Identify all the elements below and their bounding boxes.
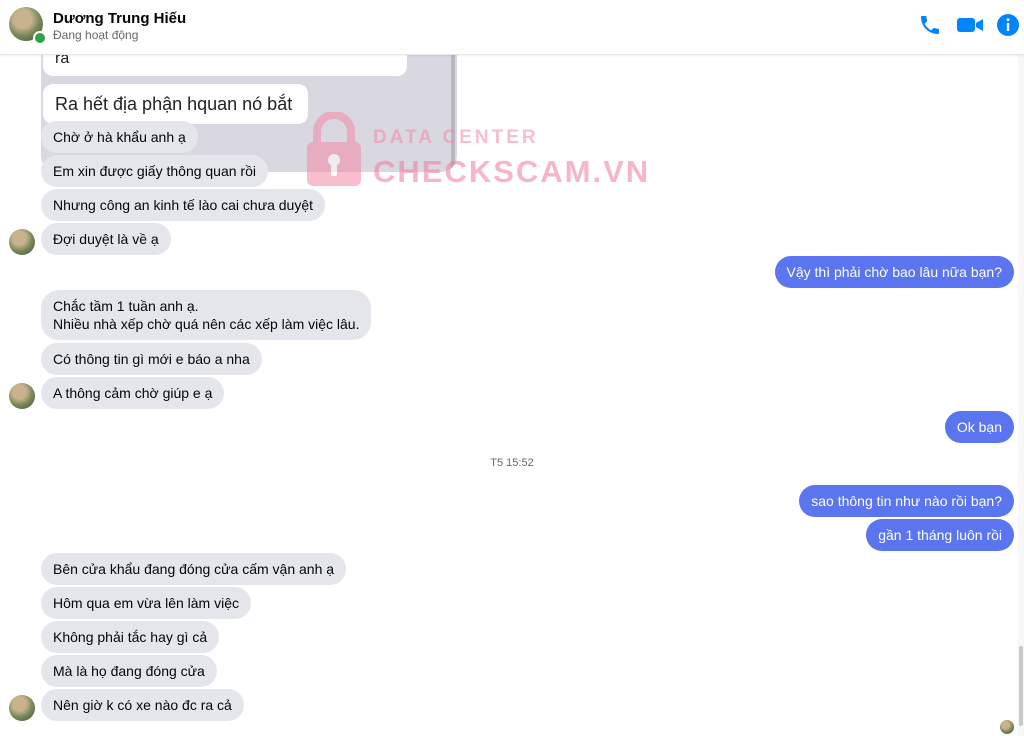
message-timestamp: T5 15:52 [490, 457, 534, 469]
message-list: ra Ra hết địa phận hquan nó bắt Chờ ở hà… [0, 54, 1024, 736]
online-status-dot [33, 31, 47, 45]
sender-avatar[interactable] [9, 695, 35, 721]
screenshot-scroll-rail [451, 54, 455, 172]
message-bubble-incoming[interactable]: Em xin được giấy thông quan rồi [41, 155, 268, 187]
message-bubble-incoming[interactable]: Chắc tầm 1 tuần anh ạ. Nhiều nhà xếp chờ… [41, 290, 372, 340]
message-bubble-incoming[interactable]: Mà là họ đang đóng cửa [41, 655, 217, 687]
message-bubble-incoming[interactable]: Chờ ở hà khẩu anh ạ [41, 121, 198, 153]
sender-avatar[interactable] [9, 229, 35, 255]
message-bubble-incoming[interactable]: Đợi duyệt là về ạ [41, 223, 171, 255]
message-bubble-incoming[interactable]: A thông cảm chờ giúp e ạ [41, 377, 225, 409]
sender-avatar[interactable] [9, 383, 35, 409]
scrollbar-thumb[interactable] [1019, 646, 1023, 726]
message-bubble-outgoing[interactable]: gần 1 tháng luôn rồi [866, 519, 1014, 551]
message-bubble-incoming[interactable]: Có thông tin gì mới e báo a nha [41, 343, 262, 375]
message-bubble-incoming[interactable]: Nhưng công an kinh tế lào cai chưa duyệt [41, 189, 326, 221]
conversation-header: Dương Trung Hiếu Đang hoạt động [0, 0, 1024, 55]
message-bubble-incoming[interactable]: Hôm qua em vừa lên làm việc [41, 587, 251, 619]
info-icon[interactable] [996, 13, 1020, 37]
seen-indicator-avatar [1000, 720, 1014, 734]
contact-status: Đang hoạt động [53, 28, 139, 42]
message-bubble-outgoing[interactable]: Ok bạn [944, 411, 1014, 443]
message-bubble-incoming[interactable]: Bên cửa khẩu đang đóng cửa cấm vận anh ạ [41, 553, 347, 585]
message-bubble-incoming[interactable]: Nên giờ k có xe nào đc ra cả [41, 689, 244, 721]
message-bubble-outgoing[interactable]: sao thông tin như nào rồi bạn? [799, 485, 1014, 517]
message-bubble-incoming[interactable]: Không phải tắc hay gì cả [41, 621, 220, 653]
phone-icon[interactable] [918, 13, 942, 37]
video-camera-icon[interactable] [956, 13, 984, 37]
screenshot-text: Ra hết địa phận hquan nó bắt [43, 84, 308, 124]
contact-name[interactable]: Dương Trung Hiếu [53, 10, 186, 27]
scrollbar[interactable] [1018, 54, 1024, 736]
message-bubble-outgoing[interactable]: Vậy thì phải chờ bao lâu nữa bạn? [774, 256, 1014, 288]
screenshot-text-top: ra [43, 54, 407, 76]
